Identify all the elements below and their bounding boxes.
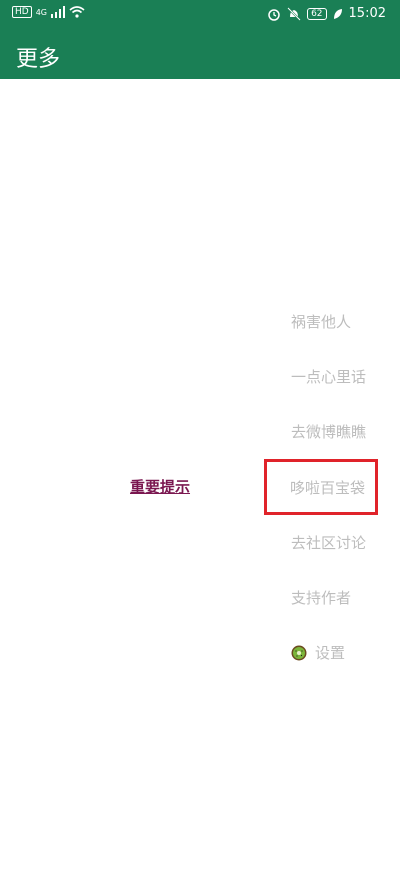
menu-item-community[interactable]: 去社区讨论 — [276, 515, 386, 570]
status-bar: HD 4G 62 15:02 — [0, 0, 400, 28]
page-title: 更多 — [16, 47, 61, 72]
menu-item-label: 支持作者 — [291, 589, 352, 607]
menu-item-support-author[interactable]: 支持作者 — [276, 570, 386, 625]
status-right: 62 15:02 — [267, 6, 386, 21]
status-time: 15:02 — [348, 6, 386, 21]
menu-item-label: 去社区讨论 — [291, 534, 367, 552]
menu-item-label: 设置 — [315, 644, 346, 662]
status-left: HD 4G — [12, 6, 85, 18]
menu-item-harm-others[interactable]: 祸害他人 — [276, 294, 386, 349]
menu-item-doraemon-pocket[interactable]: 哆啦百宝袋 — [264, 459, 378, 515]
network-type-label: 4G — [35, 7, 47, 17]
leaf-icon — [333, 8, 342, 19]
menu-item-heart-words[interactable]: 一点心里话 — [276, 349, 386, 404]
battery-indicator: 62 — [307, 7, 327, 20]
app-bar: 更多 — [0, 28, 400, 79]
kiwi-icon — [291, 645, 307, 660]
alarm-icon — [268, 8, 280, 21]
menu-item-label: 去微博瞧瞧 — [291, 423, 367, 441]
more-menu: 祸害他人 一点心里话 去微博瞧瞧 哆啦百宝袋 去社区讨论 支持作者 设置 — [264, 294, 386, 680]
signal-icon — [51, 6, 65, 18]
wifi-icon — [69, 6, 85, 18]
menu-item-label: 一点心里话 — [291, 368, 367, 386]
notice-link[interactable]: 重要提示 — [130, 476, 190, 497]
menu-item-label: 哆啦百宝袋 — [290, 478, 366, 497]
menu-item-settings[interactable]: 设置 — [276, 625, 386, 680]
menu-item-weibo[interactable]: 去微博瞧瞧 — [276, 404, 386, 459]
mute-bell-icon — [287, 6, 301, 21]
menu-item-label: 祸害他人 — [291, 313, 352, 331]
hd-badge: HD — [12, 6, 32, 18]
